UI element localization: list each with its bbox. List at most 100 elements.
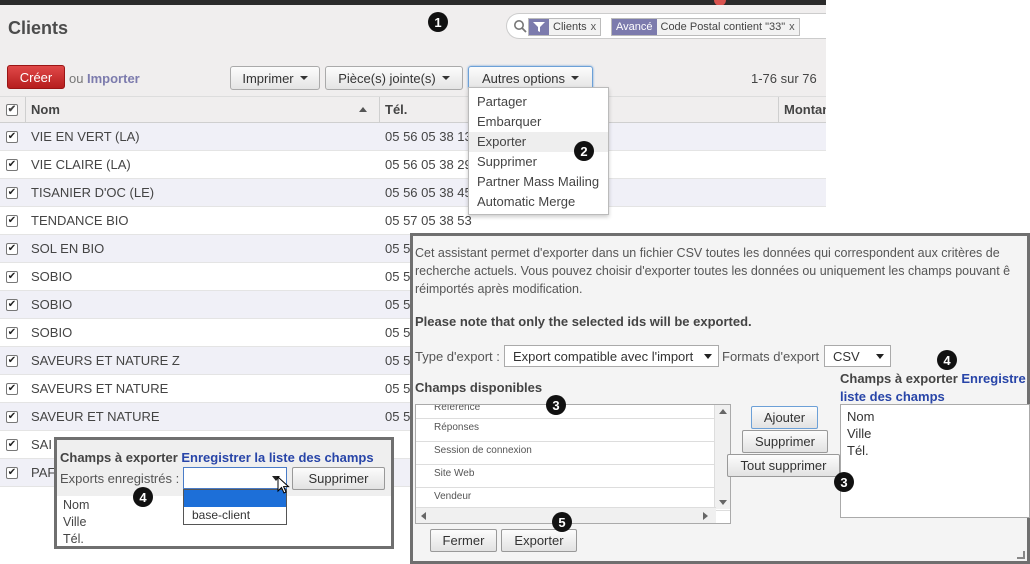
callout-1: 1 bbox=[428, 12, 448, 32]
popup-field-list: Nom Ville Tél. bbox=[63, 497, 89, 548]
row-checkbox[interactable]: ✔ bbox=[6, 383, 18, 395]
facet-remove-button[interactable]: x bbox=[789, 21, 799, 33]
row-checkbox[interactable]: ✔ bbox=[6, 355, 18, 367]
list-item[interactable]: Réponses bbox=[416, 419, 730, 442]
column-header-name[interactable]: Nom bbox=[31, 102, 60, 117]
mouse-cursor-icon bbox=[277, 476, 290, 494]
menu-item-mass-mailing[interactable]: Partner Mass Mailing bbox=[469, 172, 608, 192]
scroll-left-icon[interactable] bbox=[421, 512, 426, 520]
callout-2: 2 bbox=[574, 141, 594, 161]
export-fields-label: Champs à exporter bbox=[840, 371, 958, 386]
row-phone: 05 5 bbox=[385, 353, 411, 368]
list-item[interactable]: Nom bbox=[847, 408, 1023, 425]
row-checkbox[interactable]: ✔ bbox=[6, 271, 18, 283]
row-name: VIE EN VERT (LA) bbox=[31, 129, 140, 144]
row-phone: 05 57 05 38 53 bbox=[385, 213, 472, 228]
row-checkbox[interactable]: ✔ bbox=[6, 131, 18, 143]
print-button[interactable]: Imprimer bbox=[230, 66, 320, 90]
menu-item-merge[interactable]: Automatic Merge bbox=[469, 192, 608, 212]
row-phone: 05 5 bbox=[385, 409, 411, 424]
row-name: SOL EN BIO bbox=[31, 241, 105, 256]
list-item[interactable]: Tél. bbox=[847, 442, 1023, 459]
row-phone: 05 5 bbox=[385, 325, 411, 340]
available-fields-list[interactable]: Référence Réponses Session de connexion … bbox=[415, 404, 731, 524]
saved-exports-select[interactable] bbox=[183, 467, 287, 489]
scroll-right-icon[interactable] bbox=[703, 512, 708, 520]
menu-item-embed[interactable]: Embarquer bbox=[469, 112, 608, 132]
saved-exports-header: Champs à exporter Enregistrer la liste d… bbox=[57, 440, 391, 496]
column-header-amount[interactable]: Montan bbox=[784, 102, 830, 117]
scroll-up-icon[interactable] bbox=[719, 409, 727, 414]
chevron-down-icon bbox=[441, 76, 450, 80]
attachments-button[interactable]: Pièce(s) jointe(s) bbox=[325, 66, 463, 90]
row-checkbox[interactable]: ✔ bbox=[6, 439, 18, 451]
column-separator bbox=[25, 97, 26, 123]
column-header-phone[interactable]: Tél. bbox=[385, 102, 407, 117]
format-value: CSV bbox=[833, 348, 860, 364]
close-button[interactable]: Fermer bbox=[430, 529, 497, 552]
menu-item-share[interactable]: Partager bbox=[469, 92, 608, 112]
row-phone: 05 5 bbox=[385, 297, 411, 312]
row-checkbox[interactable]: ✔ bbox=[6, 187, 18, 199]
resize-handle[interactable] bbox=[1017, 551, 1025, 559]
export-fields-list[interactable]: Nom Ville Tél. bbox=[840, 404, 1030, 518]
row-checkbox[interactable]: ✔ bbox=[6, 467, 18, 479]
dropdown-option-base-client[interactable]: base-client bbox=[184, 507, 286, 524]
chevron-down-icon bbox=[704, 354, 712, 359]
table-row[interactable]: ✔ VIE EN VERT (LA) 05 56 05 38 13 bbox=[0, 123, 826, 151]
list-item: Ville bbox=[63, 515, 87, 529]
search-bar[interactable]: Clients x Avancé Code Postal contient "3… bbox=[506, 13, 826, 39]
search-facet-postal-code[interactable]: Avancé Code Postal contient "33" x bbox=[611, 18, 800, 36]
more-options-label: Autres options bbox=[481, 70, 566, 86]
row-name: SAVEUR ET NATURE bbox=[31, 409, 160, 424]
dropdown-option-empty[interactable] bbox=[184, 490, 286, 507]
list-item: Nom bbox=[63, 498, 90, 512]
filter-icon bbox=[529, 19, 549, 35]
search-facet-clients[interactable]: Clients x bbox=[528, 18, 602, 36]
row-checkbox[interactable]: ✔ bbox=[6, 243, 18, 255]
save-field-list-link[interactable]: Enregistrer la liste des champs bbox=[181, 450, 373, 465]
row-checkbox[interactable]: ✔ bbox=[6, 215, 18, 227]
facet-remove-button[interactable]: x bbox=[591, 21, 601, 33]
row-name: SOBIO bbox=[31, 269, 73, 284]
facet-value: Clients bbox=[553, 21, 587, 33]
list-header: ✔ Nom Tél. Montan bbox=[0, 97, 830, 123]
row-name: SAVEURS ET NATURE Z bbox=[31, 353, 180, 368]
remove-all-button[interactable]: Tout supprimer bbox=[727, 454, 840, 477]
wizard-note: Please note that only the selected ids w… bbox=[415, 314, 752, 329]
export-type-select[interactable]: Export compatible avec l'import bbox=[504, 345, 719, 367]
row-checkbox[interactable]: ✔ bbox=[6, 299, 18, 311]
delete-saved-export-button[interactable]: Supprimer bbox=[292, 467, 385, 490]
import-link[interactable]: Importer bbox=[87, 71, 140, 86]
list-item[interactable]: Session de connexion bbox=[416, 442, 730, 465]
row-phone: 05 5 bbox=[385, 241, 411, 256]
list-item[interactable]: Site Web bbox=[416, 465, 730, 488]
select-all-checkbox[interactable]: ✔ bbox=[6, 104, 18, 116]
pager[interactable]: 1-76 sur 76 bbox=[751, 71, 817, 86]
table-row[interactable]: ✔ TISANIER D'OC (LE) 05 56 05 38 45 bbox=[0, 179, 826, 207]
save-field-list-link[interactable]: Enregistre bbox=[961, 371, 1025, 386]
table-row[interactable]: ✔ VIE CLAIRE (LA) 05 56 05 38 29 bbox=[0, 151, 826, 179]
row-checkbox[interactable]: ✔ bbox=[6, 327, 18, 339]
save-field-list-link-cont[interactable]: liste des champs bbox=[840, 389, 945, 404]
export-type-label: Type d'export : bbox=[415, 349, 500, 364]
saved-exports-dropdown[interactable]: base-client bbox=[183, 489, 287, 525]
row-checkbox[interactable]: ✔ bbox=[6, 159, 18, 171]
row-phone: 05 56 05 38 13 bbox=[385, 129, 472, 144]
scroll-down-icon[interactable] bbox=[719, 500, 727, 505]
row-checkbox[interactable]: ✔ bbox=[6, 411, 18, 423]
search-icon bbox=[514, 20, 527, 33]
callout-5: 5 bbox=[552, 512, 572, 532]
create-button[interactable]: Créer bbox=[7, 65, 65, 89]
format-select[interactable]: CSV bbox=[824, 345, 891, 367]
table-row[interactable]: ✔ TENDANCE BIO 05 57 05 38 53 bbox=[0, 207, 826, 235]
chevron-down-icon bbox=[876, 354, 884, 359]
export-button[interactable]: Exporter bbox=[501, 529, 577, 552]
column-separator bbox=[778, 97, 779, 123]
list-item[interactable]: Référence bbox=[416, 405, 730, 419]
attachments-label: Pièce(s) jointe(s) bbox=[338, 70, 436, 86]
add-field-button[interactable]: Ajouter bbox=[751, 406, 818, 429]
remove-field-button[interactable]: Supprimer bbox=[742, 430, 828, 453]
callout-4b: 4 bbox=[133, 487, 153, 507]
list-item[interactable]: Ville bbox=[847, 425, 1023, 442]
